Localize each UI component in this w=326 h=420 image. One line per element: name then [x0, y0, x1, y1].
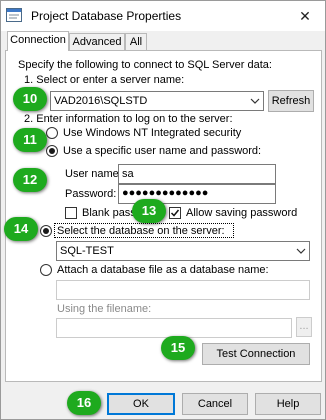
checkmark-icon — [170, 209, 180, 217]
close-icon[interactable]: ✕ — [285, 1, 325, 31]
tab-all[interactable]: All — [125, 33, 147, 50]
allow-saving-label[interactable]: Allow saving password — [186, 207, 297, 219]
callout-badge-11: 11 — [13, 128, 47, 152]
step1-label: 1. Select or enter a server name: — [24, 74, 185, 86]
user-name-field[interactable]: sa — [118, 164, 276, 184]
attach-db-label[interactable]: Attach a database file as a database nam… — [57, 264, 269, 276]
test-connection-button[interactable]: Test Connection — [202, 343, 310, 365]
attach-db-radio[interactable] — [40, 264, 52, 276]
password-value: ●●●●●●●●●●●●● — [122, 187, 209, 199]
filename-field[interactable] — [56, 318, 292, 338]
select-db-radio[interactable] — [40, 225, 52, 237]
callout-badge-14: 14 — [4, 217, 38, 241]
attach-db-name-field[interactable] — [56, 280, 310, 300]
callout-badge-15: 15 — [161, 336, 195, 360]
ok-button[interactable]: OK — [107, 393, 175, 415]
filename-label: Using the filename: — [57, 303, 152, 315]
database-combo[interactable]: SQL-TEST — [56, 241, 310, 261]
select-db-label[interactable]: Select the database on the server: — [57, 225, 225, 237]
chevron-down-icon[interactable] — [249, 95, 261, 107]
intro-text: Specify the following to connect to SQL … — [18, 59, 272, 71]
chevron-down-icon[interactable] — [295, 245, 307, 257]
windows-auth-radio[interactable] — [46, 127, 58, 139]
callout-badge-16: 16 — [67, 391, 101, 415]
user-name-label: User name: — [65, 168, 122, 180]
help-button[interactable]: Help — [255, 393, 321, 415]
password-label: Password: — [65, 188, 117, 200]
window-title: Project Database Properties — [31, 9, 182, 23]
allow-saving-checkbox[interactable] — [169, 207, 181, 219]
server-name-combo[interactable]: VAD2016\SQLSTD — [50, 91, 264, 111]
callout-badge-13: 13 — [132, 199, 166, 223]
dialog-window: Project Database Properties ✕ Connection… — [0, 0, 326, 420]
tab-connection[interactable]: Connection — [7, 31, 69, 51]
sql-auth-radio[interactable] — [46, 145, 58, 157]
step2-label: 2. Enter information to log on to the se… — [24, 113, 233, 125]
app-icon — [6, 8, 22, 22]
server-name-value: VAD2016\SQLSTD — [54, 95, 148, 107]
cancel-button[interactable]: Cancel — [182, 393, 248, 415]
callout-badge-10: 10 — [13, 87, 47, 111]
tab-advanced[interactable]: Advanced — [69, 33, 125, 50]
windows-auth-label[interactable]: Use Windows NT Integrated security — [63, 127, 241, 139]
database-value: SQL-TEST — [60, 245, 114, 257]
sql-auth-label[interactable]: Use a specific user name and password: — [63, 145, 261, 157]
blank-password-checkbox[interactable] — [65, 207, 77, 219]
user-name-value: sa — [122, 168, 134, 180]
title-bar: Project Database Properties ✕ — [1, 1, 325, 31]
callout-badge-12: 12 — [13, 168, 47, 192]
refresh-button[interactable]: Refresh — [268, 90, 314, 112]
browse-button[interactable]: ... — [296, 317, 312, 337]
